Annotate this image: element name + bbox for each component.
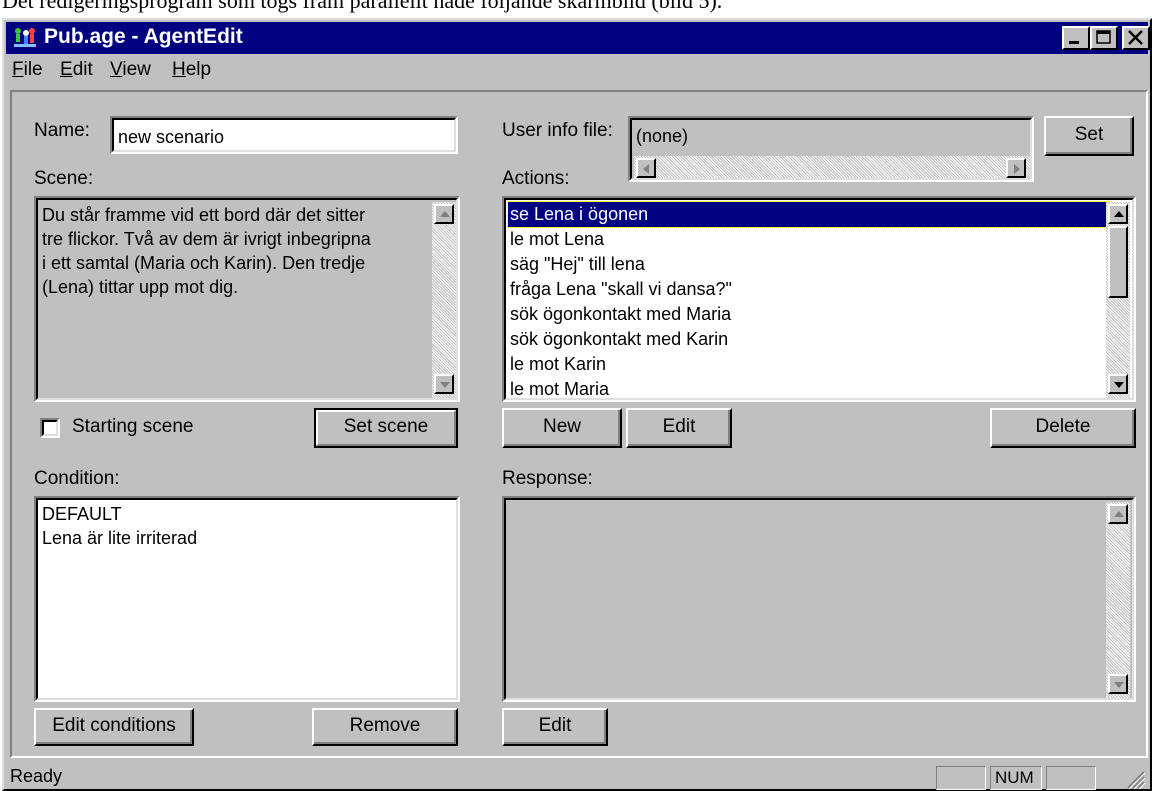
action-item[interactable]: sök ögonkontakt med Karin bbox=[508, 327, 1108, 352]
set-scene-button[interactable]: Set scene bbox=[314, 408, 458, 448]
starting-scene-checkbox[interactable] bbox=[40, 418, 60, 438]
up-arrow-icon bbox=[440, 211, 450, 217]
scene-line: tre flickor. Två av dem är ivrigt inbegr… bbox=[42, 229, 371, 249]
condition-item[interactable]: Lena är lite irriterad bbox=[42, 526, 197, 550]
down-arrow-icon bbox=[1114, 682, 1124, 688]
menu-view[interactable]: View bbox=[110, 59, 151, 81]
name-field-value: new scenario bbox=[118, 127, 225, 147]
status-indicator-scroll bbox=[1046, 766, 1096, 790]
name-field[interactable]: new scenario bbox=[110, 116, 458, 154]
edit-action-button[interactable]: Edit bbox=[626, 408, 732, 448]
user-info-field: (none) bbox=[628, 116, 1034, 182]
menu-file[interactable]: File bbox=[12, 59, 43, 81]
status-text: Ready bbox=[10, 766, 63, 786]
scene-label: Scene: bbox=[34, 168, 94, 189]
set-button-label: Set bbox=[1074, 124, 1104, 145]
action-item[interactable]: sök ögonkontakt med Maria bbox=[508, 302, 1108, 327]
window-title: Pub.age - AgentEdit bbox=[44, 25, 243, 48]
user-info-scroll-left-button[interactable] bbox=[636, 158, 656, 178]
edit-response-button-label: Edit bbox=[538, 715, 572, 736]
response-scroll-up-button[interactable] bbox=[1108, 504, 1128, 524]
menu-bar: File Edit View Help bbox=[6, 56, 1148, 86]
up-arrow-icon bbox=[1114, 511, 1124, 517]
menu-file-accel: F bbox=[12, 59, 24, 80]
action-item[interactable]: le mot Maria bbox=[508, 377, 1108, 398]
new-button-label: New bbox=[542, 416, 581, 437]
maximize-icon bbox=[1096, 30, 1111, 44]
response-text-area[interactable] bbox=[502, 496, 1136, 702]
menu-edit[interactable]: Edit bbox=[60, 59, 93, 81]
user-info-scroll-right-button[interactable] bbox=[1006, 158, 1026, 178]
condition-items: DEFAULT Lena är lite irriterad bbox=[42, 502, 197, 550]
user-info-label: User info file: bbox=[502, 120, 613, 141]
action-item[interactable]: säg "Hej" till lena bbox=[508, 252, 1108, 277]
user-info-value: (none) bbox=[636, 126, 689, 146]
response-scroll-down-button[interactable] bbox=[1108, 674, 1128, 694]
document-caption: Det redigeringsprogram som togs fram par… bbox=[2, 0, 723, 13]
up-arrow-icon bbox=[1114, 211, 1124, 217]
menu-help[interactable]: Help bbox=[172, 59, 211, 81]
delete-action-button[interactable]: Delete bbox=[990, 408, 1136, 448]
edit-conditions-button[interactable]: Edit conditions bbox=[34, 708, 194, 746]
action-item[interactable]: le mot Karin bbox=[508, 352, 1108, 377]
action-item-selected[interactable]: se Lena i ögonen bbox=[507, 201, 1109, 228]
actions-list[interactable]: se Lena i ögonen le mot Lena säg "Hej" t… bbox=[502, 196, 1136, 402]
new-action-button[interactable]: New bbox=[502, 408, 622, 448]
scene-text-area[interactable]: Du står framme vid ett bord där det sitt… bbox=[34, 196, 460, 402]
user-info-hscrollbar[interactable] bbox=[634, 156, 1030, 178]
scene-line: (Lena) tittar upp mot dig. bbox=[42, 277, 239, 297]
minimize-icon bbox=[1069, 41, 1079, 44]
menu-file-rest: ile bbox=[23, 59, 43, 80]
minimize-button[interactable] bbox=[1062, 26, 1090, 50]
menu-edit-rest: dit bbox=[72, 59, 93, 80]
remove-button-label: Remove bbox=[349, 715, 421, 736]
menu-edit-accel: E bbox=[60, 59, 73, 80]
edit-conditions-button-label: Edit conditions bbox=[52, 715, 176, 736]
scene-line: Du står framme vid ett bord där det sitt… bbox=[42, 205, 366, 225]
app-agents-icon bbox=[14, 28, 36, 47]
menu-help-accel: H bbox=[172, 59, 186, 80]
action-item[interactable]: fråga Lena "skall vi dansa?" bbox=[508, 277, 1108, 302]
right-arrow-icon bbox=[1014, 164, 1020, 174]
actions-scroll-up-button[interactable] bbox=[1108, 204, 1128, 224]
condition-list[interactable]: DEFAULT Lena är lite irriterad bbox=[34, 496, 460, 702]
starting-scene-label[interactable]: Starting scene bbox=[72, 416, 193, 438]
edit-response-button[interactable]: Edit bbox=[502, 708, 608, 746]
response-label: Response: bbox=[502, 468, 593, 489]
actions-scroll-thumb[interactable] bbox=[1108, 226, 1128, 298]
status-indicator-caps bbox=[936, 766, 986, 790]
set-user-info-button[interactable]: Set bbox=[1044, 116, 1134, 156]
maximize-button[interactable] bbox=[1090, 26, 1118, 50]
response-scrollbar[interactable] bbox=[1106, 502, 1130, 698]
action-item[interactable]: le mot Lena bbox=[508, 227, 1108, 252]
scene-line: i ett samtal (Maria och Karin). Den tred… bbox=[42, 253, 366, 273]
scene-text: Du står framme vid ett bord där det sitt… bbox=[42, 203, 371, 299]
agentedit-window: Pub.age - AgentEdit File Edit View Help … bbox=[2, 18, 1152, 791]
name-label: Name: bbox=[34, 120, 90, 141]
actions-label: Actions: bbox=[502, 168, 570, 189]
title-bar[interactable]: Pub.age - AgentEdit bbox=[6, 22, 1150, 54]
set-scene-button-label: Set scene bbox=[343, 416, 429, 437]
resize-grip-icon[interactable] bbox=[1124, 768, 1146, 790]
menu-view-rest: iew bbox=[122, 59, 151, 80]
actions-scroll-down-button[interactable] bbox=[1108, 374, 1128, 394]
scene-scroll-down-button[interactable] bbox=[434, 374, 454, 394]
menu-help-rest: elp bbox=[185, 59, 212, 80]
delete-button-label: Delete bbox=[1035, 416, 1091, 437]
left-arrow-icon bbox=[643, 164, 649, 174]
status-bar: Ready NUM bbox=[6, 762, 1148, 790]
status-indicator-num: NUM bbox=[990, 766, 1042, 790]
close-button[interactable] bbox=[1122, 26, 1150, 50]
edit-button-label: Edit bbox=[662, 416, 696, 437]
scene-scroll-up-button[interactable] bbox=[434, 204, 454, 224]
condition-label: Condition: bbox=[34, 468, 120, 489]
down-arrow-icon bbox=[1114, 382, 1124, 388]
condition-item[interactable]: DEFAULT bbox=[42, 502, 197, 526]
close-icon bbox=[1128, 30, 1143, 45]
menu-view-accel: V bbox=[110, 59, 123, 80]
scene-scrollbar[interactable] bbox=[432, 202, 456, 398]
remove-button[interactable]: Remove bbox=[312, 708, 458, 746]
down-arrow-icon bbox=[440, 382, 450, 388]
